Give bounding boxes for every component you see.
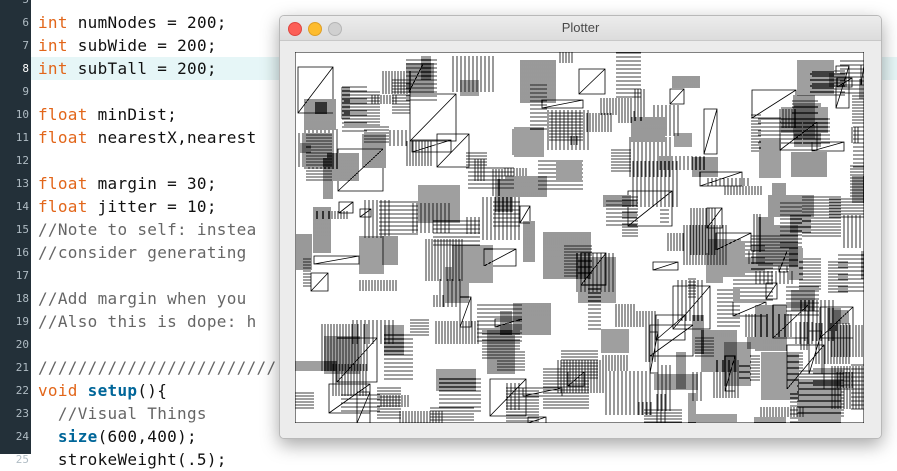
code-token: minDist; [87,105,178,124]
code-token: //Note to self: instea [38,220,257,239]
code-token: jitter = 10; [87,197,217,216]
code-token: nearestX,nearest [87,128,257,147]
code-line: float nearestX,nearest [38,126,257,149]
line-number: 8 [22,62,29,75]
code-token: numNodes = 200; [67,13,227,32]
code-line: //////////////////////// [38,356,276,379]
line-number: 10 [15,108,29,121]
code-token: subWide = 200; [67,36,217,55]
line-number: 15 [15,223,29,236]
code-token: (){ [137,381,168,400]
code-token: float [38,197,88,216]
code-line: void setup(){ [38,379,167,402]
code-line: strokeWeight(.5); [38,448,227,471]
code-token: //Also this is dope: h [38,312,257,331]
code-token: float [38,174,88,193]
line-number: 5 [0,0,29,11]
code-line: //Note to self: instea [38,218,257,241]
line-number: 11 [15,131,29,144]
code-token: //consider generating [38,243,247,262]
code-line: float minDist; [38,103,177,126]
line-number: 21 [15,361,29,374]
code-token: int [38,59,68,78]
code-token: float [38,105,88,124]
code-line: int subWide = 200; [38,34,217,57]
code-line: int numNodes = 200; [38,11,227,34]
code-line: float jitter = 10; [38,195,217,218]
sketch-canvas-area [280,41,881,438]
line-number: 24 [15,430,29,443]
code-token: //////////////////////// [38,358,277,377]
window-titlebar[interactable]: Plotter [280,16,881,41]
line-number: 6 [22,16,29,29]
code-line: //Also this is dope: h [38,310,257,333]
code-token: float [38,128,88,147]
window-title: Plotter [561,20,600,35]
line-number: 16 [15,246,29,259]
code-token: setup [87,381,138,400]
line-number: 17 [15,269,29,282]
line-number: 22 [15,384,29,397]
code-line: float margin = 30; [38,172,217,195]
code-line: //Visual Things [38,402,207,425]
code-token: int [38,36,68,55]
plot-canvas [295,52,864,423]
code-token: (600,400); [97,427,197,446]
code-line: //Add margin when you [38,287,247,310]
code-token: //Add margin when you [38,289,247,308]
code-token: margin = 30; [87,174,217,193]
code-line: size(600,400); [38,425,197,448]
line-number: 14 [15,200,29,213]
line-number: 12 [15,154,29,167]
line-number: 13 [15,177,29,190]
code-token: void [38,381,78,400]
line-number: 9 [22,85,29,98]
code-token: int [38,13,68,32]
line-number: 20 [15,338,29,351]
code-line: int subTall = 200; [38,57,217,80]
code-token: size [57,427,98,446]
line-number: 18 [15,292,29,305]
code-token: //Visual Things [38,404,207,423]
code-token: strokeWeight(.5); [38,450,227,469]
code-line: //consider generating [38,241,247,264]
plotter-window[interactable]: Plotter [279,15,882,439]
line-number: 7 [22,39,29,52]
line-number: 19 [15,315,29,328]
line-number: 25 [15,453,29,466]
code-token: subTall = 200; [67,59,217,78]
line-number: 23 [15,407,29,420]
